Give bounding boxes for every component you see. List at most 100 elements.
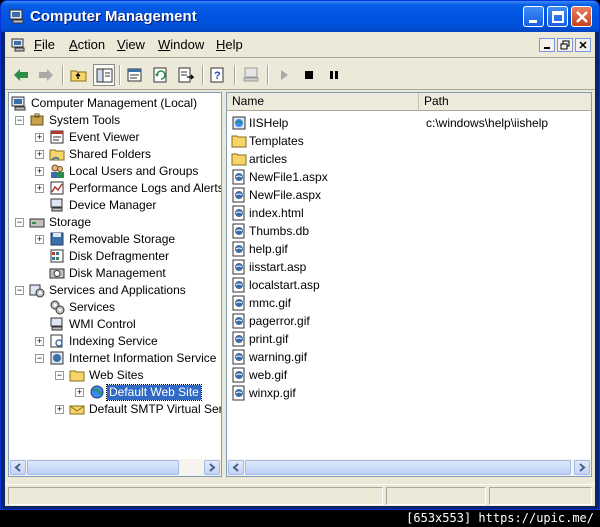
expand-toggle[interactable]: + [35,150,44,159]
collapse-toggle[interactable]: − [15,218,24,227]
start-button[interactable] [273,64,295,86]
tree-horizontal-scrollbar[interactable] [9,459,221,476]
restore-icon [560,40,570,50]
up-one-level-button[interactable] [68,64,90,86]
refresh-button[interactable] [150,64,172,86]
scroll-right-button[interactable] [204,460,220,475]
list-item[interactable]: web.gif [227,366,591,384]
child-close-button[interactable] [575,38,591,52]
list-item[interactable]: winxp.gif [227,384,591,402]
expand-toggle[interactable]: + [35,133,44,142]
title-bar[interactable]: Computer Management [1,1,599,32]
scroll-thumb[interactable] [27,460,179,475]
list-item[interactable]: warning.gif [227,348,591,366]
console-tree[interactable]: Computer Management (Local) − System Too… [8,92,222,477]
child-minimize-button[interactable] [539,38,555,52]
expand-toggle[interactable]: + [55,405,64,414]
column-header-path[interactable]: Path [419,93,591,111]
list-item[interactable]: localstart.asp [227,276,591,294]
window-title: Computer Management [30,8,197,25]
list-item[interactable]: print.gif [227,330,591,348]
menu-file[interactable]: File [34,37,55,52]
list-item[interactable]: help.gif [227,240,591,258]
menu-window[interactable]: Window [158,37,204,52]
menu-window-label: indow [170,37,205,52]
list-item-name: web.gif [249,368,288,382]
tree-label: Services [69,300,116,314]
results-pane[interactable]: Name Path IISHelp c:\windows\help\iishelp… [226,92,592,477]
show-hide-console-tree-button[interactable] [93,64,115,86]
export-list-button[interactable] [175,64,197,86]
menu-action-accel: A [69,37,78,52]
status-cell-main [8,487,383,505]
scroll-right-button[interactable] [574,460,590,475]
stop-icon [305,71,313,79]
stop-button[interactable] [298,64,320,86]
storage-icon [29,218,45,228]
virtual-directory-icon [232,116,246,130]
forward-button[interactable] [35,64,57,86]
svg-text:?: ? [214,70,221,82]
web-file-icon [232,277,245,293]
menu-help[interactable]: Help [216,37,243,52]
child-restore-button[interactable] [557,38,573,52]
expand-toggle[interactable]: + [35,235,44,244]
forward-arrow-icon [39,69,53,81]
collapse-toggle[interactable]: − [55,371,64,380]
list-item-name: help.gif [249,242,288,256]
list-item[interactable]: index.html [227,204,591,222]
list-item[interactable]: mmc.gif [227,294,591,312]
expand-toggle[interactable]: + [35,184,44,193]
list-item[interactable]: iisstart.asp [227,258,591,276]
list-item[interactable]: NewFile1.aspx [227,168,591,186]
collapse-toggle[interactable]: − [15,116,24,125]
menu-action[interactable]: Action [69,37,105,52]
shared-folders-icon [49,149,65,161]
expand-toggle[interactable]: + [75,388,84,397]
chevron-right-icon [579,463,586,472]
mmc-document-icon[interactable] [11,38,27,52]
column-header-name[interactable]: Name [227,93,419,111]
back-button[interactable] [10,64,32,86]
computer-management-window: Computer Management File Action View Win… [0,0,600,510]
scroll-left-button[interactable] [228,460,244,475]
connect-computer-button[interactable] [240,64,262,86]
list-item[interactable]: pagerror.gif [227,312,591,330]
expand-toggle[interactable]: + [35,337,44,346]
list-item-name: IISHelp [249,116,289,130]
web-file-icon [232,313,245,329]
system-tools-icon [30,113,44,126]
properties-icon [127,68,142,82]
web-file-icon [232,223,245,239]
list-item-name: NewFile.aspx [249,188,322,202]
collapse-toggle[interactable]: − [35,354,44,363]
tree-label: Performance Logs and Alerts [69,181,222,195]
pause-button[interactable] [323,64,345,86]
chevron-left-icon [14,463,21,472]
scroll-left-button[interactable] [10,460,26,475]
minimize-button[interactable] [523,6,544,27]
collapse-toggle[interactable]: − [15,286,24,295]
help-button[interactable]: ? [207,64,229,86]
web-file-icon [232,259,245,275]
scroll-thumb[interactable] [245,460,571,475]
list-item[interactable]: Thumbs.db [227,222,591,240]
disk-defragmenter-icon [50,249,64,263]
list-item-name: pagerror.gif [249,314,310,328]
export-list-icon [178,67,195,83]
expand-toggle[interactable]: + [35,167,44,176]
menu-view[interactable]: View [117,37,145,52]
services-applications-icon [29,284,45,298]
properties-button[interactable] [124,64,146,86]
minimize-icon [544,47,550,49]
menu-action-label: ction [77,37,106,52]
list-item[interactable]: IISHelp c:\windows\help\iishelp [227,114,591,132]
folder-icon [69,370,85,382]
computer-management-icon [11,96,26,111]
results-horizontal-scrollbar[interactable] [227,459,591,476]
list-item[interactable]: Templates [227,132,591,150]
maximize-button[interactable] [547,6,568,27]
list-item[interactable]: articles [227,150,591,168]
close-button[interactable] [571,6,592,27]
list-item[interactable]: NewFile.aspx [227,186,591,204]
